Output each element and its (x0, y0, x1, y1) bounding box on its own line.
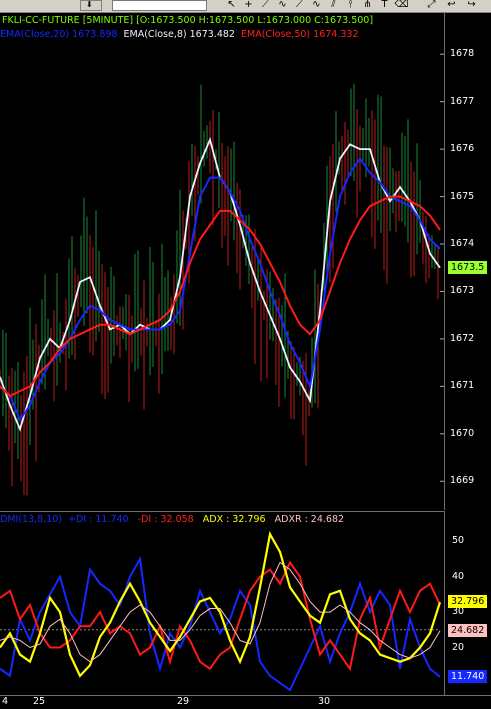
price-tick: 1670 (450, 427, 475, 439)
price-tick: 1672 (450, 332, 475, 344)
last-price-badge: 1673.5 (448, 260, 488, 274)
price-tick: 1673 (450, 285, 475, 297)
price-tick: 1674 (450, 238, 475, 250)
minus-di-line (0, 560, 441, 672)
plus-di-badge: 11.740 (448, 669, 488, 683)
price-tick: 1675 (450, 190, 475, 202)
adx-badge: 32.796 (448, 595, 488, 609)
x-tick: 30 (318, 696, 331, 707)
dmi-tick: 20 (452, 641, 465, 653)
price-tick: 1678 (450, 48, 475, 60)
price-tick: 1677 (450, 95, 475, 107)
x-tick: 4 (2, 696, 9, 707)
dmi-tick: 50 (452, 535, 465, 547)
adxr-badge: 24.682 (448, 623, 488, 637)
dmi-tick: 40 (452, 570, 465, 582)
price-axis: 1678 1677 1676 1675 1674 1673 1672 1671 1670 1669… (444, 13, 491, 510)
price-tick: 1676 (450, 143, 475, 155)
price-tick: 1669 (450, 475, 475, 487)
x-tick: 25 (33, 696, 46, 707)
time-axis: 4 25 29 30 (0, 695, 491, 709)
plus-di-line (0, 555, 441, 692)
chart-canvas (0, 53, 444, 692)
x-tick: 29 (177, 696, 190, 707)
price-tick: 1671 (450, 380, 475, 392)
dmi-axis: 50 40 30 20 32.796 24.682 11.740 (444, 511, 491, 695)
